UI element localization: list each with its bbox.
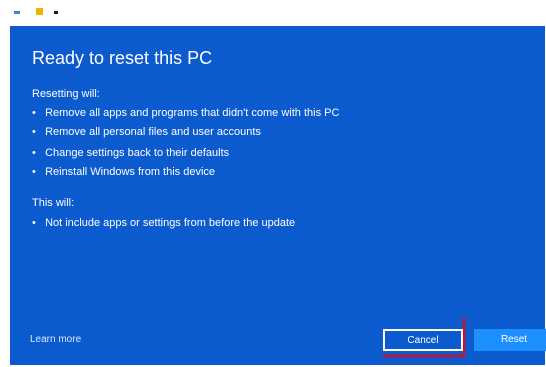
list-item: • Change settings back to their defaults: [32, 146, 229, 160]
list-item: • Remove all personal files and user acc…: [32, 125, 261, 139]
bullet-icon: •: [32, 147, 36, 159]
warning-icon: [36, 8, 43, 15]
window-titlebar: [0, 0, 546, 26]
list-item: • Remove all apps and programs that didn…: [32, 106, 339, 120]
reset-dialog-panel: Ready to reset this PC Resetting will: •…: [10, 26, 546, 365]
bullet-icon: •: [32, 126, 36, 138]
dialog-title: Ready to reset this PC: [32, 48, 213, 68]
bullet-icon: •: [32, 217, 36, 229]
list-item-text: Remove all apps and programs that didn't…: [45, 107, 340, 119]
list-item-text: Remove all personal files and user accou…: [45, 126, 261, 138]
section-label-this-will: This will:: [32, 197, 75, 209]
list-item: • Reinstall Windows from this device: [32, 165, 215, 179]
list-item: • Not include apps or settings from befo…: [32, 216, 295, 230]
list-item-text: Change settings back to their defaults: [45, 147, 230, 159]
list-item-text: Not include apps or settings from before…: [45, 217, 296, 229]
cancel-button[interactable]: Cancel: [383, 329, 463, 351]
learn-more-link[interactable]: Learn more: [30, 334, 81, 346]
reset-button[interactable]: Reset: [474, 329, 546, 351]
focus-outline-bottom: [383, 355, 465, 357]
bullet-icon: •: [32, 166, 36, 178]
reset-pc-window: Ready to reset this PC Resetting will: •…: [0, 0, 546, 367]
list-item-text: Reinstall Windows from this device: [45, 166, 216, 178]
section-label-resetting: Resetting will:: [32, 88, 100, 100]
dot-icon: [54, 11, 58, 14]
focus-outline-right: [463, 318, 465, 357]
dash-icon: [14, 11, 20, 14]
bullet-icon: •: [32, 107, 36, 119]
